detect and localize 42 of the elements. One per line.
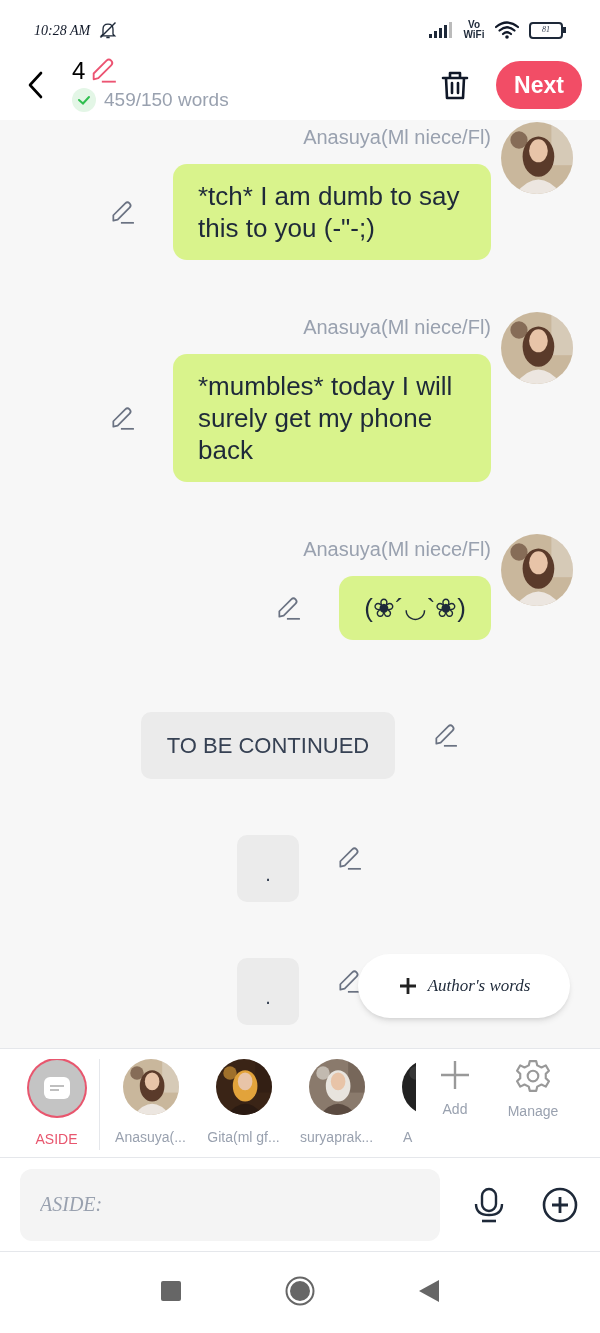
- signal-icon: [429, 22, 453, 38]
- network-label: Vo WiFi: [463, 20, 485, 40]
- settings-icon: [516, 1059, 550, 1093]
- trash-icon[interactable]: [440, 69, 470, 101]
- message-bubble: *tch* I am dumb to say this to you (-"-;): [173, 164, 491, 260]
- character-item[interactable]: A: [383, 1059, 416, 1148]
- pencil-icon[interactable]: [109, 405, 135, 431]
- speaker-name: Anasuya(Ml niece/Fl): [303, 537, 491, 562]
- word-count: 459/150 words: [104, 87, 229, 112]
- message-bubble: *mumbles* today I will surely get my phone back: [173, 354, 491, 482]
- character-item[interactable]: Gita(ml gf...: [197, 1059, 290, 1148]
- narration-bubble: TO BE CONTINUED: [141, 712, 395, 779]
- wifi-icon: [495, 21, 519, 39]
- pencil-icon[interactable]: [336, 968, 362, 994]
- narration-bubble: .: [237, 958, 299, 1025]
- status-time: 10:28 AM: [34, 21, 91, 40]
- add-circle-icon[interactable]: [542, 1186, 578, 1223]
- author-words-button[interactable]: Author's words: [358, 954, 570, 1018]
- speaker-name: Anasuya(Ml niece/Fl): [303, 125, 491, 150]
- manage-button[interactable]: Manage: [494, 1059, 572, 1122]
- next-button[interactable]: Next: [496, 61, 582, 109]
- microphone-icon[interactable]: [472, 1186, 506, 1223]
- character-item[interactable]: ASIDE: [20, 1059, 100, 1150]
- add-button[interactable]: Add: [416, 1059, 494, 1120]
- battery-level: 81: [542, 24, 550, 36]
- pencil-icon[interactable]: [336, 845, 362, 871]
- note-icon: [43, 1077, 70, 1099]
- pencil-icon[interactable]: [275, 595, 302, 621]
- message-bubble: (❀´◡`❀): [339, 576, 491, 640]
- narration-bubble: .: [237, 835, 299, 902]
- plus-icon: [439, 1059, 471, 1091]
- plus-icon: [397, 976, 418, 996]
- chapter-number: 4: [72, 57, 86, 84]
- character-item[interactable]: suryaprak...: [290, 1059, 383, 1148]
- speaker-name: Anasuya(Ml niece/Fl): [303, 315, 491, 340]
- home-icon[interactable]: [285, 1275, 315, 1306]
- pencil-icon[interactable]: [109, 199, 135, 225]
- character-item[interactable]: Anasuya(...: [104, 1059, 197, 1148]
- back-nav-icon[interactable]: [419, 1279, 439, 1302]
- bell-off-icon: [98, 20, 119, 40]
- pencil-icon[interactable]: [432, 722, 458, 748]
- recents-icon[interactable]: [161, 1280, 181, 1301]
